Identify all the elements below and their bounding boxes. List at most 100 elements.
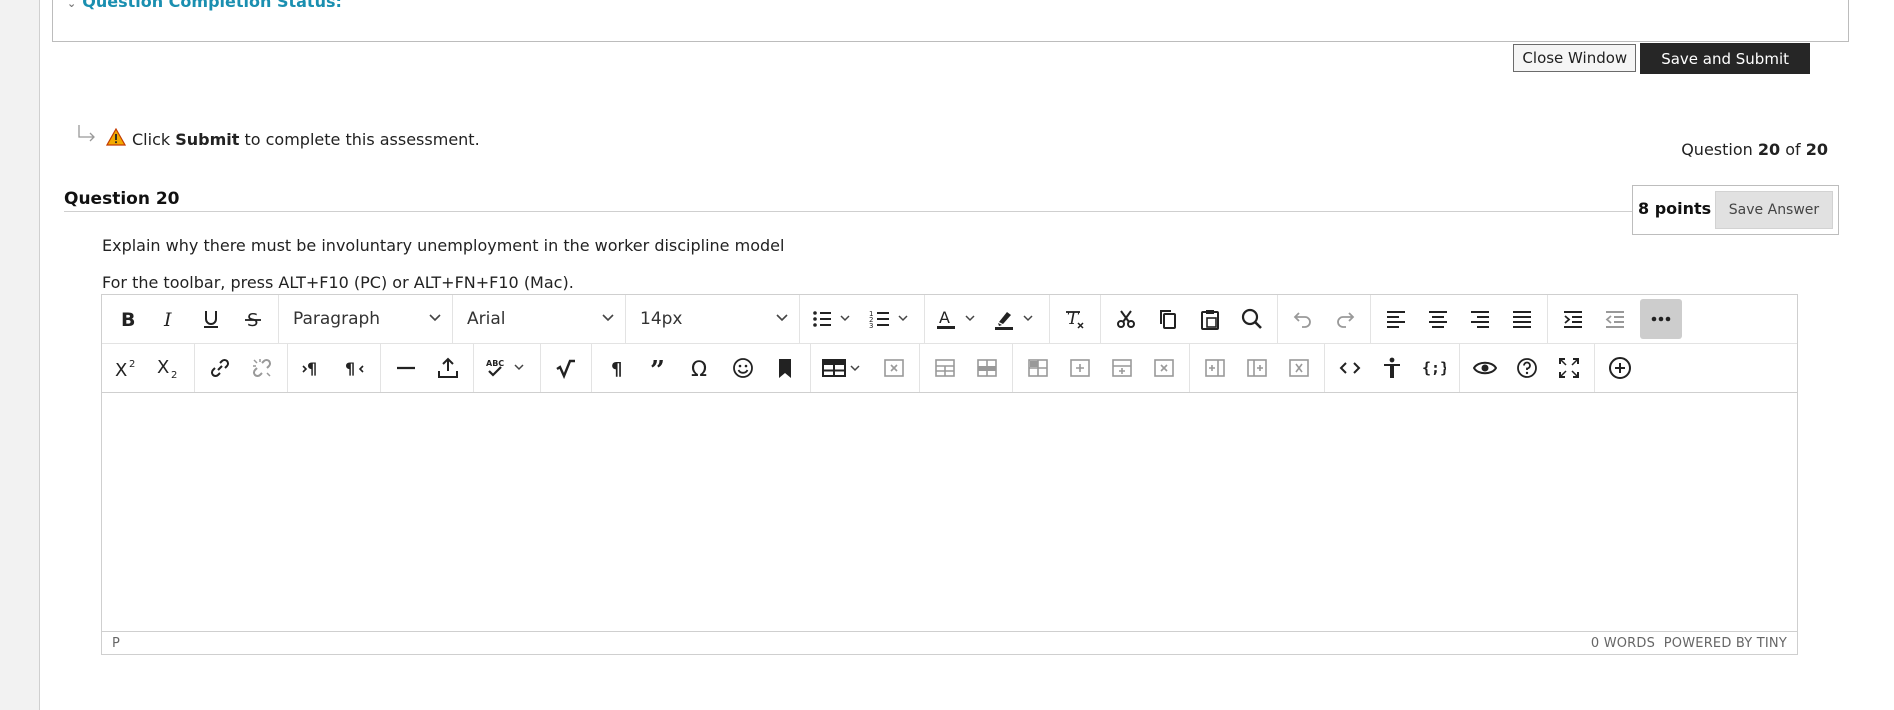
- table-cell-props-icon[interactable]: [966, 348, 1008, 388]
- paste-icon[interactable]: [1189, 299, 1231, 339]
- hint-prefix: Click: [132, 129, 171, 149]
- insert-group: [381, 344, 474, 392]
- svg-text:A: A: [939, 308, 950, 327]
- points-box: 8 points Save Answer: [1632, 185, 1839, 235]
- clear-format-group: T: [1050, 295, 1101, 343]
- link-group: [195, 344, 288, 392]
- horizontal-line-icon[interactable]: [385, 348, 427, 388]
- delete-column-icon[interactable]: [1278, 348, 1320, 388]
- statusbar-right: 0 WORDS POWERED BY TINY: [1591, 636, 1787, 651]
- accessibility-icon[interactable]: [1371, 348, 1413, 388]
- insert-row-after-icon[interactable]: [1101, 348, 1143, 388]
- align-justify-icon[interactable]: [1501, 299, 1543, 339]
- clipboard-group: [1101, 295, 1278, 343]
- insert-column-after-icon[interactable]: [1236, 348, 1278, 388]
- svg-text:{;}: {;}: [1422, 359, 1446, 377]
- word-count[interactable]: 0 WORDS: [1591, 636, 1655, 651]
- math-equation-icon[interactable]: [545, 348, 587, 388]
- rtl-icon[interactable]: ¶: [334, 348, 376, 388]
- divider: [64, 211, 1654, 212]
- hint-bold: Submit: [175, 129, 240, 149]
- font-size-value: 14px: [640, 309, 683, 329]
- question-completion-status-toggle[interactable]: ⌄ Question Completion Status:: [67, 0, 342, 11]
- outdent-icon[interactable]: [1594, 299, 1636, 339]
- help-icon[interactable]: [1506, 348, 1548, 388]
- unlink-icon[interactable]: [241, 348, 283, 388]
- indent-icon[interactable]: [1552, 299, 1594, 339]
- window-actions: Close Window Save and Submit: [1513, 43, 1810, 74]
- svg-text:”: ”: [650, 357, 665, 379]
- delete-row-icon[interactable]: [1143, 348, 1185, 388]
- merge-cells-icon[interactable]: [1017, 348, 1059, 388]
- save-answer-button[interactable]: Save Answer: [1715, 191, 1833, 229]
- cut-icon[interactable]: [1105, 299, 1147, 339]
- svg-text:¶: ¶: [307, 359, 317, 378]
- fullscreen-icon[interactable]: [1548, 348, 1590, 388]
- close-window-button[interactable]: Close Window: [1513, 44, 1637, 72]
- editor-statusbar: P 0 WORDS POWERED BY TINY: [102, 631, 1797, 654]
- preview-icon[interactable]: [1464, 348, 1506, 388]
- svg-text:B: B: [121, 309, 135, 329]
- bullet-list-button[interactable]: [804, 299, 862, 339]
- math-group: [541, 344, 592, 392]
- add-content-icon[interactable]: [1599, 348, 1641, 388]
- copy-icon[interactable]: [1147, 299, 1189, 339]
- emoticon-icon[interactable]: [722, 348, 764, 388]
- table-cell-group: [1013, 344, 1190, 392]
- paragraph-marks-icon[interactable]: ¶: [596, 348, 638, 388]
- template-variable-icon[interactable]: {;}: [1413, 348, 1455, 388]
- more-options-icon[interactable]: [1640, 299, 1682, 339]
- special-character-icon[interactable]: Ω: [680, 348, 722, 388]
- blockquote-icon[interactable]: ”: [638, 348, 680, 388]
- table-row-props-icon[interactable]: [924, 348, 966, 388]
- toolbar-shortcut-note: For the toolbar, press ALT+F10 (PC) or A…: [102, 273, 574, 292]
- italic-button[interactable]: I: [148, 299, 190, 339]
- insert-column-before-icon[interactable]: [1194, 348, 1236, 388]
- insert-row-before-icon[interactable]: [1059, 348, 1101, 388]
- font-size-select[interactable]: 14px: [626, 295, 800, 343]
- spellcheck-icon[interactable]: ABC: [478, 348, 536, 388]
- powered-by-link[interactable]: POWERED BY TINY: [1664, 636, 1787, 651]
- highlight-color-button[interactable]: [987, 299, 1045, 339]
- text-color-button[interactable]: A: [929, 299, 987, 339]
- align-center-icon[interactable]: [1417, 299, 1459, 339]
- block-format-select[interactable]: Paragraph: [279, 295, 453, 343]
- align-right-icon[interactable]: [1459, 299, 1501, 339]
- bookmark-icon[interactable]: [764, 348, 806, 388]
- clear-formatting-button[interactable]: T: [1054, 299, 1096, 339]
- align-left-icon[interactable]: [1375, 299, 1417, 339]
- svg-text:X: X: [115, 360, 127, 379]
- table-icon[interactable]: [815, 348, 873, 388]
- code-group: {;}: [1325, 344, 1460, 392]
- chevron-down-icon: [601, 311, 615, 327]
- bold-button[interactable]: B: [106, 299, 148, 339]
- font-family-value: Arial: [467, 309, 506, 329]
- delete-table-icon[interactable]: [873, 348, 915, 388]
- superscript-icon[interactable]: X2: [106, 348, 148, 388]
- element-path[interactable]: P: [112, 636, 120, 651]
- subscript-icon[interactable]: X2: [148, 348, 190, 388]
- chevron-down-icon: ⌄: [67, 0, 77, 10]
- submit-hint: Click Submit to complete this assessment…: [76, 125, 480, 150]
- undo-icon[interactable]: [1282, 299, 1324, 339]
- redo-icon[interactable]: [1324, 299, 1366, 339]
- numbered-list-button[interactable]: 123: [862, 299, 920, 339]
- font-family-select[interactable]: Arial: [453, 295, 626, 343]
- underline-button[interactable]: [190, 299, 232, 339]
- block-format-value: Paragraph: [293, 309, 381, 329]
- strikethrough-button[interactable]: S: [232, 299, 274, 339]
- insert-file-icon[interactable]: [427, 348, 469, 388]
- svg-text:X: X: [157, 357, 169, 378]
- ltr-icon[interactable]: ¶: [292, 348, 334, 388]
- counter-prefix: Question: [1681, 140, 1753, 159]
- table-col-group: [1190, 344, 1325, 392]
- align-group: [1371, 295, 1548, 343]
- points-value: 8 points: [1638, 199, 1712, 218]
- link-icon[interactable]: [199, 348, 241, 388]
- search-icon[interactable]: [1231, 299, 1273, 339]
- source-code-icon[interactable]: [1329, 348, 1371, 388]
- save-and-submit-button[interactable]: Save and Submit: [1640, 43, 1810, 74]
- history-group: [1278, 295, 1371, 343]
- editor-text-area[interactable]: [102, 394, 1797, 632]
- svg-text:2: 2: [129, 359, 135, 370]
